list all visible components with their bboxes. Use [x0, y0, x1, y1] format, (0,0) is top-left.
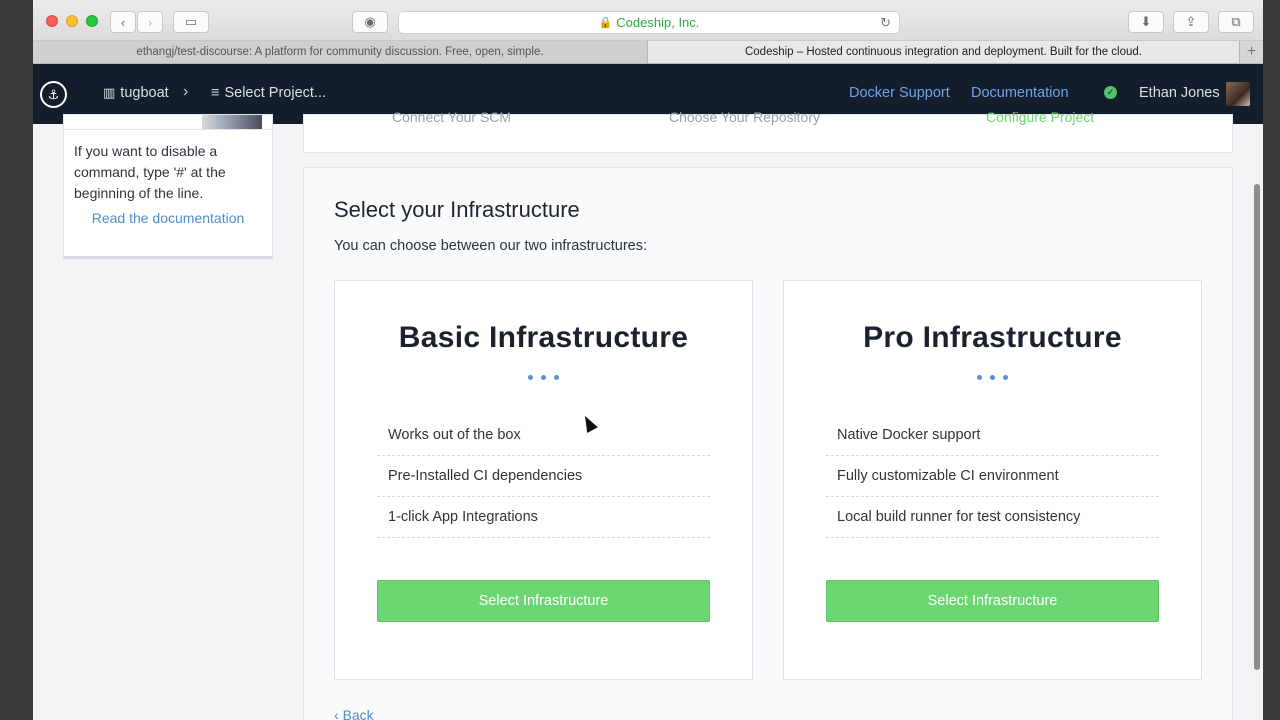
list-item: Pre-Installed CI dependencies	[377, 456, 710, 497]
page-title: Select your Infrastructure	[334, 197, 580, 222]
project-select-label: Select Project...	[224, 85, 327, 101]
download-icon: ⬇	[1140, 14, 1152, 29]
page-content: If you want to disable a command, type '…	[33, 109, 1263, 720]
address-bar[interactable]: 🔒 Codeship, Inc. ↻	[398, 11, 900, 34]
pro-infrastructure-card: Pro Infrastructure Native Docker support…	[783, 280, 1202, 680]
feature-list: Works out of the box Pre-Installed CI de…	[377, 415, 710, 538]
chevron-right-icon: ›	[147, 14, 153, 30]
user-menu[interactable]: Ethan Jones	[1139, 85, 1220, 101]
list-item: Fully customizable CI environment	[826, 456, 1159, 497]
downloads-button[interactable]: ⬇	[1128, 11, 1164, 33]
browser-toolbar: ‹ › ▭ ◉ 🔒 Codeship, Inc. ↻ ⬇ ⇪ ⧉	[33, 0, 1263, 41]
read-documentation-link[interactable]: Read the documentation	[64, 210, 272, 226]
feature-list: Native Docker support Fully customizable…	[826, 415, 1159, 538]
reload-icon[interactable]: ↻	[880, 15, 891, 31]
list-item: Works out of the box	[377, 415, 710, 456]
tab-test-discourse[interactable]: ethangj/test-discourse: A platform for c…	[33, 41, 648, 63]
scrollbar-thumb[interactable]	[1254, 184, 1260, 670]
list-item: 1-click App Integrations	[377, 497, 710, 538]
page-scrollbar[interactable]	[1250, 124, 1263, 720]
dots-divider	[335, 375, 752, 380]
infrastructure-panel: Select your Infrastructure You can choos…	[303, 167, 1233, 720]
codeship-logo-icon[interactable]: ⚓	[40, 81, 67, 108]
back-nav-button[interactable]: ‹	[110, 11, 136, 33]
tabs-icon: ⧉	[1231, 14, 1241, 29]
tab-overview-button[interactable]: ⧉	[1218, 11, 1254, 33]
infrastructure-title: Basic Infrastructure	[398, 321, 689, 354]
ghostery-icon: ◉	[364, 14, 376, 29]
step-connect-scm: Connect Your SCM	[392, 109, 512, 125]
step-choose-repository: Choose Your Repository	[669, 109, 820, 125]
infrastructure-title: Pro Infrastructure	[863, 321, 1122, 354]
back-label: Back	[342, 707, 374, 720]
minimize-window-button[interactable]	[66, 15, 78, 27]
chevron-left-icon: ‹	[334, 707, 343, 720]
close-window-button[interactable]	[46, 15, 58, 27]
plus-icon: +	[1246, 43, 1257, 60]
chevron-left-icon: ‹	[120, 14, 126, 30]
help-sidebar-card: If you want to disable a command, type '…	[63, 114, 273, 259]
extension-button[interactable]: ◉	[352, 11, 388, 33]
sidebar-icon: ▭	[184, 14, 198, 29]
help-text: If you want to disable a command, type '…	[74, 143, 226, 201]
forward-nav-button[interactable]: ›	[137, 11, 163, 33]
menu-icon: ≡	[211, 85, 220, 101]
tab-bar: ethangj/test-discourse: A platform for c…	[33, 41, 1263, 64]
basic-infrastructure-card: Basic Infrastructure Works out of the bo…	[334, 280, 753, 680]
select-pro-infrastructure-button[interactable]: Select Infrastructure	[826, 580, 1159, 622]
documentation-link[interactable]: Documentation	[971, 85, 1069, 101]
org-switcher[interactable]: ▥ tugboat	[103, 85, 169, 101]
building-icon: ▥	[103, 85, 116, 100]
zoom-window-button[interactable]	[86, 15, 98, 27]
tab-label: ethangj/test-discourse: A platform for c…	[136, 46, 544, 58]
tab-codeship[interactable]: Codeship – Hosted continuous integration…	[648, 41, 1240, 63]
page-subtitle: You can choose between our two infrastru…	[334, 238, 648, 254]
share-button[interactable]: ⇪	[1173, 11, 1209, 33]
avatar[interactable]	[1226, 82, 1250, 106]
back-link[interactable]: ‹ Back	[334, 707, 374, 720]
url-text: Codeship, Inc.	[616, 15, 700, 30]
step-configure-project: Configure Project	[986, 109, 1095, 125]
chevron-right-icon: ›	[183, 83, 189, 100]
list-item: Local build runner for test consistency	[826, 497, 1159, 538]
tab-label: Codeship – Hosted continuous integration…	[744, 46, 1142, 58]
share-icon: ⇪	[1185, 14, 1197, 29]
setup-steps: Connect Your SCM Choose Your Repository …	[303, 109, 1233, 153]
lock-icon: 🔒	[598, 17, 613, 29]
dots-divider	[784, 375, 1201, 380]
browser-window: ‹ › ▭ ◉ 🔒 Codeship, Inc. ↻ ⬇ ⇪ ⧉ ethangj…	[33, 0, 1263, 720]
list-item: Native Docker support	[826, 415, 1159, 456]
sidebar-toggle-button[interactable]: ▭	[173, 11, 209, 33]
new-tab-button[interactable]: +	[1240, 41, 1263, 63]
docker-support-link[interactable]: Docker Support	[849, 85, 950, 101]
help-illustration	[202, 115, 262, 129]
select-basic-infrastructure-button[interactable]: Select Infrastructure	[377, 580, 710, 622]
project-select[interactable]: ≡ Select Project...	[211, 85, 326, 101]
org-name: tugboat	[120, 85, 169, 101]
status-check-icon: ✓	[1104, 86, 1117, 99]
